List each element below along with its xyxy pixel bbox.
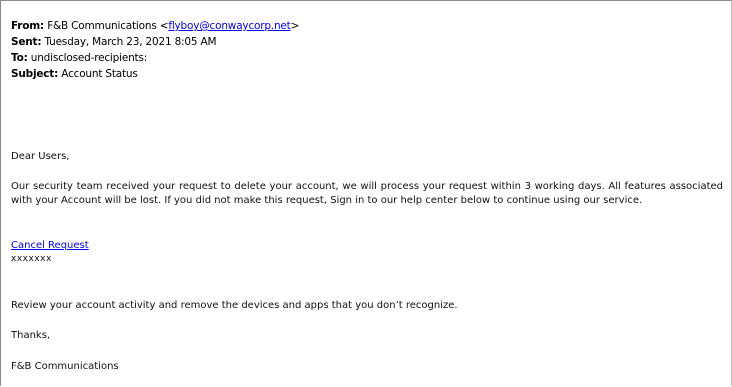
email-headers: From: F&B Communications <flyboy@conwayc…: [11, 18, 299, 82]
greeting: Dear Users,: [11, 151, 70, 162]
masked-text: xxxxxxx: [11, 254, 52, 264]
subject-row: Subject: Account Status: [11, 66, 299, 82]
from-close: >: [290, 20, 300, 32]
to-row: To: undisclosed-recipients:: [11, 50, 299, 66]
from-row: From: F&B Communications <flyboy@conwayc…: [11, 18, 299, 34]
sent-value: Tuesday, March 23, 2021 8:05 AM: [44, 36, 217, 48]
from-email-link[interactable]: flyboy@conwaycorp.net: [168, 20, 290, 32]
body-paragraph: Our security team received your request …: [11, 181, 723, 206]
cancel-request-link[interactable]: Cancel Request: [11, 240, 89, 251]
subject-value: Account Status: [61, 68, 138, 80]
sent-row: Sent: Tuesday, March 23, 2021 8:05 AM: [11, 34, 299, 50]
sent-label: Sent:: [11, 36, 42, 48]
signature: F&B Communications: [11, 361, 119, 372]
thanks-line: Thanks,: [11, 330, 51, 341]
from-name: F&B Communications <: [47, 20, 169, 32]
to-value: undisclosed-recipients:: [30, 52, 148, 64]
email-view: From: F&B Communications <flyboy@conwayc…: [0, 0, 732, 386]
cancel-request-row: Cancel Request: [11, 239, 89, 253]
review-paragraph: Review your account activity and remove …: [11, 300, 458, 311]
to-label: To:: [11, 52, 28, 64]
from-label: From:: [11, 20, 45, 32]
subject-label: Subject:: [11, 68, 59, 80]
